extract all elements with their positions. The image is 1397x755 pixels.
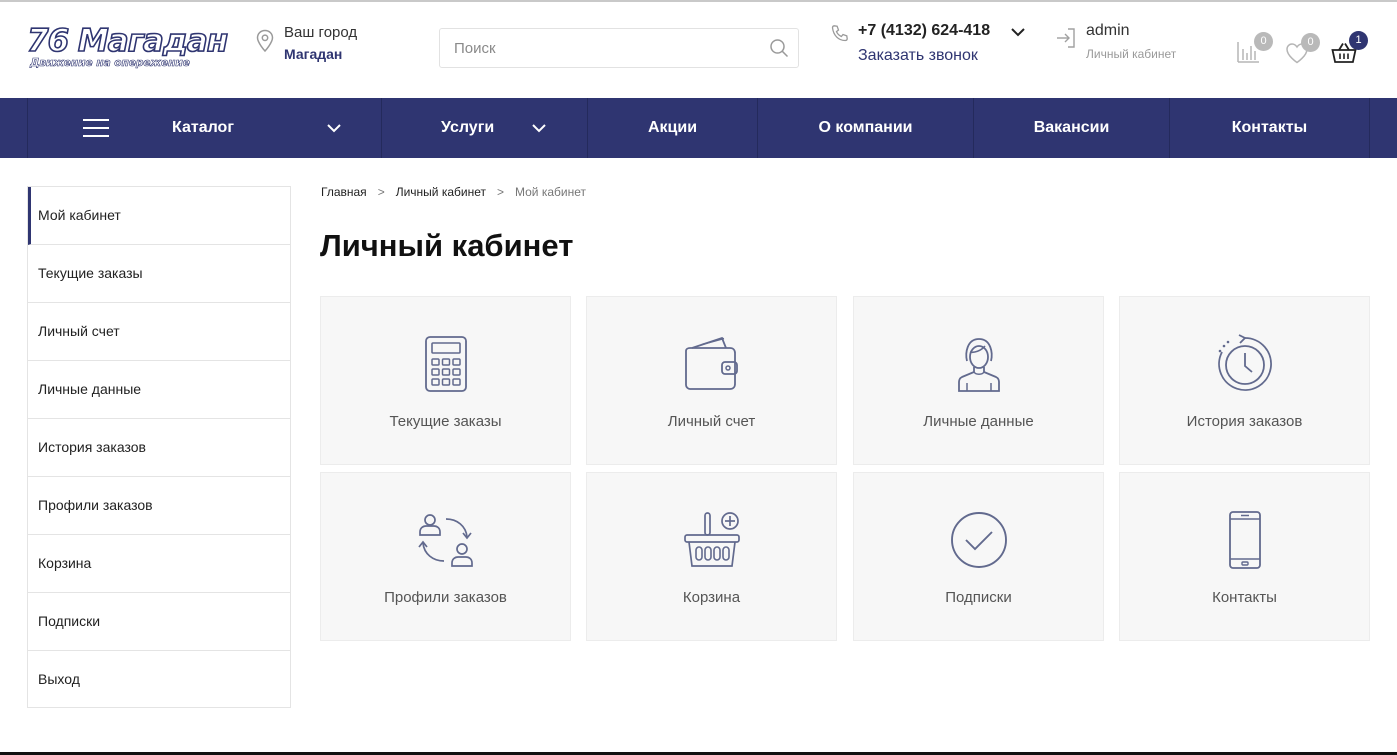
page-title: Личный кабинет [320, 228, 574, 263]
city-label: Ваш город [284, 24, 358, 41]
person-icon [958, 338, 1000, 392]
nav-item-label: Каталог [172, 119, 234, 136]
favorites-count-badge: 0 [1301, 33, 1320, 52]
tile-label: Подписки [945, 589, 1012, 606]
nav-item-promotions[interactable]: Акции [588, 98, 758, 158]
sidebar-item-personal-data[interactable]: Личные данные [28, 361, 290, 419]
account-name[interactable]: admin [1086, 22, 1130, 40]
calculator-icon [425, 336, 467, 392]
wallet-icon [685, 336, 738, 390]
sidebar-item-personal-account[interactable]: Личный счет [28, 303, 290, 361]
main-nav: Каталог Услуги Акции О компании Вакансии… [0, 98, 1397, 158]
history-clock-icon [1218, 334, 1272, 391]
city-value[interactable]: Магадан [284, 46, 342, 62]
tile-label: Контакты [1212, 589, 1277, 606]
nav-item-label: Вакансии [1033, 119, 1110, 136]
chevron-down-icon [327, 124, 341, 133]
breadcrumb-current: Мой кабинет [515, 185, 587, 199]
tile-personal-data[interactable]: Личные данные [853, 296, 1104, 465]
nav-item-label: О компании [818, 119, 913, 136]
sidebar-item-my-account[interactable]: Мой кабинет [28, 187, 290, 245]
logo-title: 76 Магадан [26, 23, 229, 59]
tile-contacts[interactable]: Контакты [1119, 472, 1370, 641]
account-sublabel[interactable]: Личный кабинет [1086, 47, 1176, 61]
nav-item-vacancies[interactable]: Вакансии [974, 98, 1170, 158]
account-sidebar: Мой кабинет Текущие заказы Личный счет Л… [27, 186, 291, 708]
breadcrumb-separator: > [377, 185, 385, 199]
phone-number[interactable]: +7 (4132) 624-418 [858, 22, 990, 40]
breadcrumb-account[interactable]: Личный кабинет [396, 185, 486, 199]
search-box [439, 28, 799, 68]
tile-current-orders[interactable]: Текущие заказы [320, 296, 571, 465]
site-header: 76 Магадан Движение на опережение Ваш го… [0, 2, 1397, 98]
nav-item-label: Услуги [441, 119, 495, 136]
breadcrumb: Главная > Личный кабинет > Мой кабинет [321, 185, 586, 199]
nav-item-label: Акции [647, 119, 698, 136]
sidebar-item-order-history[interactable]: История заказов [28, 419, 290, 477]
tile-label: Текущие заказы [389, 413, 502, 430]
callback-link[interactable]: Заказать звонок [858, 47, 978, 65]
check-circle-icon [951, 512, 1007, 568]
nav-item-catalog[interactable]: Каталог [28, 98, 382, 158]
breadcrumb-home[interactable]: Главная [321, 185, 367, 199]
tile-label: Личный счет [667, 413, 756, 430]
compare-count-badge: 0 [1254, 32, 1273, 51]
tile-order-profiles[interactable]: Профили заказов [320, 472, 571, 641]
nav-item-services[interactable]: Услуги [382, 98, 588, 158]
tile-subscriptions[interactable]: Подписки [853, 472, 1104, 641]
basket-add-icon [684, 512, 740, 567]
nav-item-label: Контакты [1231, 119, 1308, 136]
search-input[interactable] [441, 30, 751, 66]
tile-order-history[interactable]: История заказов [1119, 296, 1370, 465]
cart-count-badge: 1 [1349, 31, 1368, 50]
phone-icon [831, 25, 848, 42]
chevron-down-icon[interactable] [1010, 26, 1026, 38]
tile-label: Корзина [682, 589, 741, 606]
sidebar-item-cart[interactable]: Корзина [28, 535, 290, 593]
profiles-exchange-icon [418, 514, 473, 567]
search-icon[interactable] [769, 38, 789, 58]
tile-label: Профили заказов [384, 589, 507, 606]
tile-personal-account[interactable]: Личный счет [586, 296, 837, 465]
tile-label: Личные данные [923, 413, 1034, 430]
sidebar-item-subscriptions[interactable]: Подписки [28, 593, 290, 651]
chevron-down-icon [532, 124, 546, 133]
sidebar-item-logout[interactable]: Выход [28, 651, 290, 709]
logo-tagline: Движение на опережение [30, 57, 190, 70]
smartphone-icon [1229, 511, 1261, 569]
nav-item-contacts[interactable]: Контакты [1170, 98, 1370, 158]
login-icon [1057, 28, 1075, 48]
breadcrumb-separator: > [496, 185, 504, 199]
tile-label: История заказов [1186, 413, 1303, 430]
logo[interactable]: 76 Магадан Движение на опережение [26, 23, 229, 76]
location-pin-icon [256, 29, 274, 53]
sidebar-item-current-orders[interactable]: Текущие заказы [28, 245, 290, 303]
nav-item-about[interactable]: О компании [758, 98, 974, 158]
tile-cart[interactable]: Корзина [586, 472, 837, 641]
sidebar-item-order-profiles[interactable]: Профили заказов [28, 477, 290, 535]
burger-menu-icon[interactable] [83, 117, 109, 139]
